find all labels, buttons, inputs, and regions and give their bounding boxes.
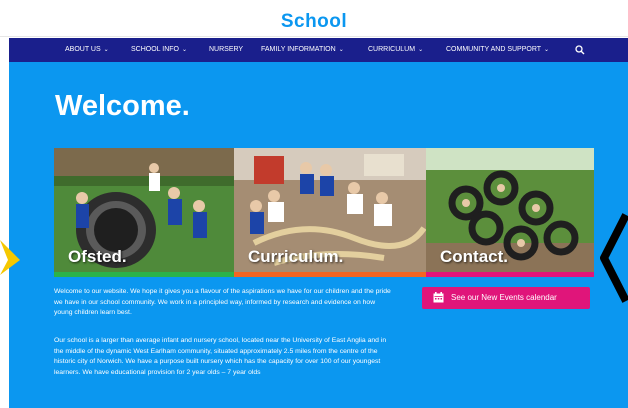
about-paragraph: Our school is a larger than average infa… [54,337,387,376]
nav-item-school-info[interactable]: SCHOOL INFO ⌄ [131,38,187,62]
tile-ofsted[interactable]: Ofsted. [54,148,234,277]
tile-accent-bar [54,272,234,277]
chevron-down-icon: ⌄ [418,47,424,53]
nav-item-label: COMMUNITY AND SUPPORT [446,46,542,53]
nav-item-about-us[interactable]: ABOUT US ⌄ [65,38,109,62]
chevron-down-icon: ⌄ [103,47,109,53]
tile-accent-bar [426,272,594,277]
events-button-label: See our New Events calendar [451,293,557,302]
tile-label: Curriculum. [248,247,344,266]
tile-label: Ofsted. [68,247,127,266]
nav-item-label: FAMILY INFORMATION [261,46,336,53]
calendar-icon [433,292,444,303]
nav-item-label: NURSERY [209,46,244,53]
nav-item-nursery[interactable]: NURSERY [209,38,243,62]
site-header: School [0,0,628,37]
site-logo[interactable]: School [0,12,628,32]
tile-accent-bar [234,272,426,277]
star-decoration [0,240,20,275]
tile-label: Contact. [440,247,508,266]
chevron-down-icon: ⌄ [338,47,344,53]
arrow-decoration [600,213,628,303]
chevron-down-icon: ⌄ [181,47,187,53]
tile-curriculum[interactable]: Curriculum. [234,148,426,277]
events-calendar-button[interactable]: See our New Events calendar [422,287,590,309]
nav-item-label: CURRICULUM [368,46,416,53]
nav-item-community-and-support[interactable]: COMMUNITY AND SUPPORT ⌄ [446,38,549,62]
page-title: Welcome. [55,90,190,122]
search-icon[interactable] [575,45,585,55]
main-content: Welcome. Ofsted. Curriculum. Contact. We… [9,62,628,408]
tile-contact[interactable]: Contact. [426,148,594,277]
nav-item-family-information[interactable]: FAMILY INFORMATION ⌄ [261,38,344,62]
chevron-down-icon: ⌄ [544,47,550,53]
main-nav: ABOUT US ⌄ SCHOOL INFO ⌄ NURSERY FAMILY IN… [9,38,628,62]
welcome-paragraph: Welcome to our website. We hope it gives… [54,288,391,316]
nav-item-label: ABOUT US [65,46,101,53]
nav-item-label: SCHOOL INFO [131,46,179,53]
nav-item-curriculum[interactable]: CURRICULUM ⌄ [368,38,423,62]
